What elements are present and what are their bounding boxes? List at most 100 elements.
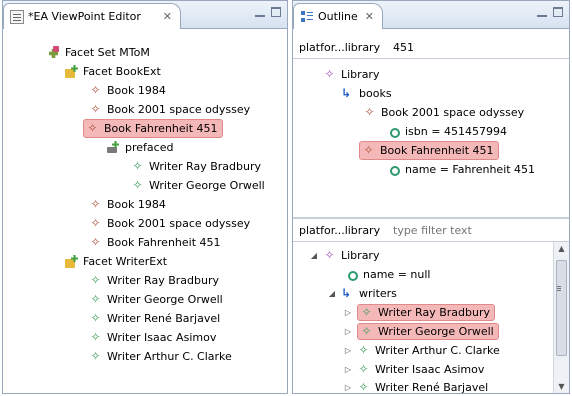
writer-icon: ✧ [132,159,143,173]
tree-item[interactable]: ✧ Book 2001 space odyssey [363,103,524,122]
tree-item-label: Writer René Barjavel [375,381,489,394]
book-icon: ✧ [90,235,101,249]
outline-tab-title: Outline [318,10,358,23]
reference-icon [107,141,120,154]
tree-item-label: Book 1984 [107,198,166,211]
tree-item-label: Book Fahrenheit 451 [380,144,494,157]
tree-item[interactable]: ✧ Writer Ray Bradbury [131,157,261,176]
tree-item[interactable]: ✧ Writer Arthur C. Clarke [89,347,232,366]
tree-item-label: Book 2001 space odyssey [381,106,525,119]
writer-icon: ✧ [361,324,372,338]
breadcrumb-label[interactable]: platfor...library [293,41,389,54]
tree-item[interactable]: ✧ Book 1984 [89,81,166,100]
class-icon: ✧ [324,67,335,81]
tree-item-label: Writer Ray Bradbury [149,160,261,173]
class-icon: ✧ [324,248,335,262]
book-icon: ✧ [90,83,101,97]
tree-item-label: Writer Ray Bradbury [107,274,219,287]
tree-item-label: Writer George Orwell [149,179,265,192]
tree-item[interactable]: ✧ Book 2001 space odyssey [89,214,250,233]
tree-item[interactable]: ↳ books [341,84,392,103]
collapsed-icon[interactable]: ▷ [343,327,353,336]
tree-item[interactable]: ✧ Book 1984 [89,195,166,214]
attribute-icon [387,163,400,176]
collapsed-icon[interactable]: ▷ [343,308,353,317]
breadcrumb-value[interactable]: 451 [389,41,414,54]
tree-item[interactable]: ▷ ✧ Writer René Barjavel [343,378,488,394]
tree-item[interactable]: ▷ ✧ Writer Isaac Asimov [343,360,484,379]
tree-item[interactable]: ✧ Writer Isaac Asimov [89,328,216,347]
tree-item-label: Writer George Orwell [107,293,223,306]
tree-item[interactable]: ✧ Writer George Orwell [131,176,265,195]
tree-item[interactable]: name = null [345,265,430,284]
maximize-icon[interactable] [553,7,563,17]
breadcrumb-label[interactable]: platfor...library [293,224,389,237]
tree-item[interactable]: name = Fahrenheit 451 [387,160,535,179]
reference-icon: ↳ [341,86,352,100]
tree-item-label: writers [359,287,397,300]
tree-item-label: Facet WriterExt [83,255,168,268]
facet-set-icon [47,46,60,59]
editor-tab-bar: *EA ViewPoint Editor ✕ [3,1,287,29]
tree-item-label: Facet Set MToM [65,46,150,59]
scroll-up-icon[interactable]: ▲ [554,242,569,256]
collapsed-icon[interactable]: ▷ [343,346,353,355]
tree-item[interactable]: ▷ ✧ Writer Arthur C. Clarke [343,341,500,360]
tree-item-selected[interactable]: ✧ Book Fahrenheit 451 [83,119,223,138]
tree-item-selected[interactable]: ✧ Writer Ray Bradbury [357,304,495,321]
expanded-icon[interactable]: ◢ [309,251,319,260]
top-breadcrumb: platfor...library 451 [293,37,569,59]
writer-icon: ✧ [358,343,369,357]
editor-tab[interactable]: *EA ViewPoint Editor ✕ [3,3,181,29]
scroll-down-icon[interactable]: ▼ [554,380,569,393]
tree-item[interactable]: ◢ ↳ writers [327,284,397,303]
reference-icon: ↳ [341,286,352,300]
outline-tab[interactable]: Outline ✕ [293,3,383,29]
outline-tab-bar: Outline ✕ [293,1,569,29]
tree-item[interactable]: ✧ Book 2001 space odyssey [89,100,250,119]
book-icon: ✧ [90,102,101,116]
writer-icon: ✧ [90,330,101,344]
tree-item[interactable]: ▷ ✧ Writer George Orwell [343,322,499,341]
expanded-icon[interactable]: ◢ [327,289,337,298]
maximize-icon[interactable] [271,7,281,17]
minimize-icon[interactable] [255,7,265,17]
tree-item-selected[interactable]: ✧ Writer George Orwell [357,323,499,340]
collapsed-icon[interactable]: ▷ [343,383,353,392]
tree-item-label: Writer Arthur C. Clarke [107,350,232,363]
writer-icon: ✧ [358,380,369,394]
bottom-breadcrumb: platfor...library [293,220,569,242]
tree-item[interactable]: ✧ Writer Ray Bradbury [89,271,219,290]
tree-item-label: Library [341,68,380,81]
tree-item-label: Writer Isaac Asimov [107,331,217,344]
tree-item-selected[interactable]: ✧ Book Fahrenheit 451 [359,141,499,160]
tree-item[interactable]: ✧ Writer George Orwell [89,290,223,309]
writer-icon: ✧ [90,273,101,287]
tree-item-facet-set[interactable]: Facet Set MToM [47,43,150,62]
collapsed-icon[interactable]: ▷ [343,365,353,374]
attribute-icon [345,268,358,281]
filter-input[interactable] [389,224,539,237]
tree-item[interactable]: ▷ ✧ Writer Ray Bradbury [343,303,495,322]
tree-item-label: name = Fahrenheit 451 [405,163,536,176]
tree-item[interactable]: ◢ ✧ Library [309,246,380,265]
tree-item-label: Writer Arthur C. Clarke [375,344,500,357]
tree-item-label: books [359,87,392,100]
tree-item[interactable]: isbn = 451457994 [387,122,507,141]
tree-item[interactable]: ✧ Library [323,65,379,84]
facet-icon [65,255,78,268]
vertical-scrollbar[interactable]: ▲ ▼ [553,242,569,393]
tree-item-label: Book 1984 [107,84,166,97]
tree-item[interactable]: ✧ Writer René Barjavel [89,309,220,328]
outline-view: Outline ✕ platfor...library 451 ✧ Librar… [292,0,570,394]
tree-item[interactable]: ✧ Book Fahrenheit 451 [89,233,220,252]
tree-item-facet-bookext[interactable]: Facet BookExt [65,62,161,81]
scrollbar-thumb[interactable] [556,260,567,356]
close-icon[interactable]: ✕ [365,10,374,23]
tree-item-prefaced[interactable]: prefaced [107,138,173,157]
minimize-icon[interactable] [537,7,547,17]
close-icon[interactable]: ✕ [163,10,172,23]
tree-item-facet-writerext[interactable]: Facet WriterExt [65,252,167,271]
editor-tab-title: *EA ViewPoint Editor [28,10,141,23]
pane-divider[interactable] [293,217,569,219]
